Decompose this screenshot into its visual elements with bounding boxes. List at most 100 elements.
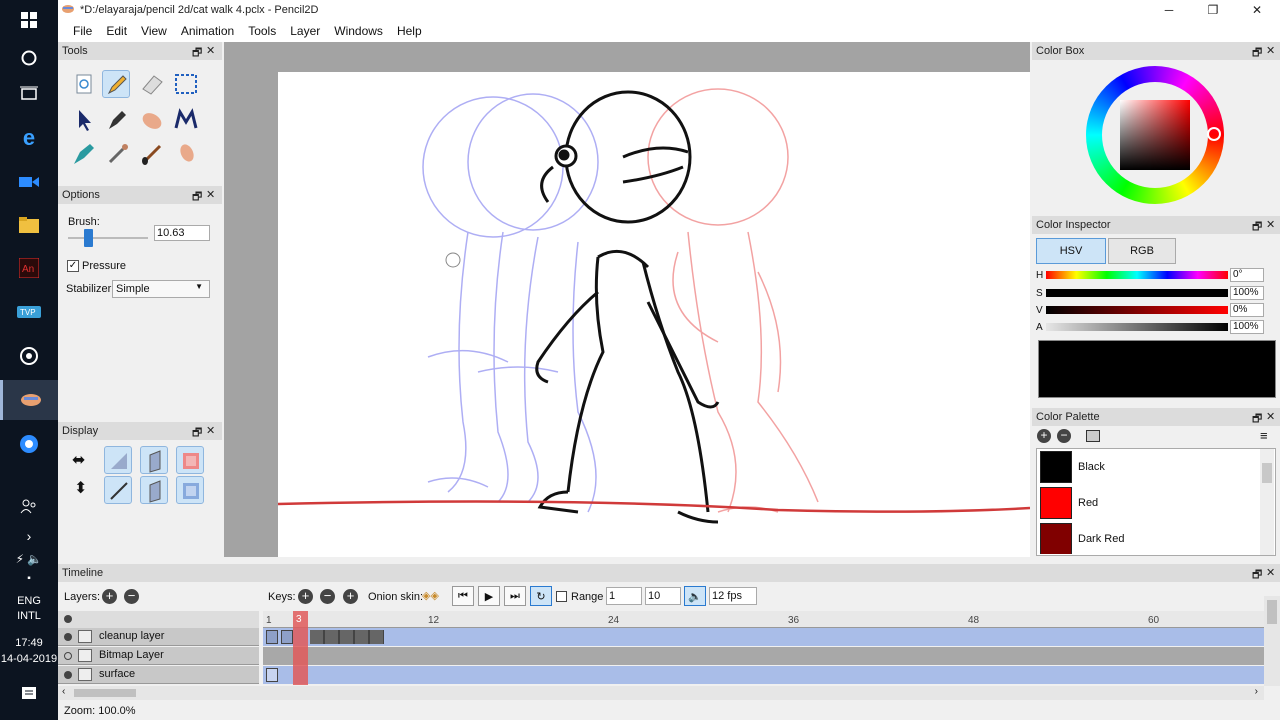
pen-tool-icon[interactable]: [104, 106, 132, 134]
clock-date[interactable]: 14-04-2019: [0, 653, 58, 665]
palette-item-red[interactable]: Red: [1038, 486, 1258, 520]
float-icon[interactable]: 🗗: [1252, 218, 1262, 237]
tvp-app-icon[interactable]: TVP: [0, 292, 58, 332]
menu-tools[interactable]: Tools: [241, 24, 283, 38]
file-explorer-icon[interactable]: [0, 205, 58, 245]
thin-lines-icon[interactable]: [104, 446, 132, 474]
visibility-icon[interactable]: [64, 633, 72, 641]
float-icon[interactable]: 🗗: [1252, 44, 1262, 63]
remove-layer-icon[interactable]: −: [124, 589, 139, 604]
brush-size-input[interactable]: 10.63: [154, 225, 210, 241]
close-icon[interactable]: ✕: [1266, 218, 1275, 231]
alpha-slider[interactable]: [1046, 323, 1228, 331]
menu-help[interactable]: Help: [390, 24, 429, 38]
video-app-icon[interactable]: [0, 162, 58, 202]
keyframe[interactable]: [266, 668, 278, 682]
onion-prev-icon[interactable]: [176, 446, 204, 474]
search-circle-icon[interactable]: [0, 38, 58, 78]
value-slider[interactable]: [1046, 306, 1228, 314]
frame-ruler[interactable]: [263, 611, 1264, 628]
move-tool-icon[interactable]: [70, 106, 98, 134]
palette-scrollbar[interactable]: [1260, 449, 1274, 555]
float-icon[interactable]: 🗗: [192, 424, 202, 443]
rgb-tab[interactable]: RGB: [1108, 238, 1176, 264]
hand-tool-icon[interactable]: [138, 106, 166, 134]
fps-input[interactable]: 12 fps: [709, 587, 757, 605]
flip-vertical-icon[interactable]: ⬍: [74, 478, 87, 498]
menu-animation[interactable]: Animation: [174, 24, 241, 38]
track-surface[interactable]: [263, 666, 1264, 684]
bucket-tool-icon[interactable]: [172, 140, 200, 168]
flip-horizontal-icon[interactable]: ⬌: [72, 450, 85, 470]
hue-slider[interactable]: [1046, 271, 1228, 279]
keyframe-block[interactable]: [310, 630, 384, 644]
clock-time[interactable]: 17:49: [0, 637, 58, 649]
windows-start-icon[interactable]: [0, 0, 58, 40]
keyboard-layout[interactable]: INTL: [0, 610, 58, 622]
remove-color-icon[interactable]: −: [1057, 429, 1071, 443]
saturation-value-square[interactable]: [1120, 100, 1190, 170]
brush-tool-icon[interactable]: [138, 140, 166, 168]
menu-windows[interactable]: Windows: [327, 24, 390, 38]
palette-item-black[interactable]: Black: [1038, 450, 1258, 484]
language-indicator[interactable]: ENG: [0, 595, 58, 607]
brush-slider-track[interactable]: [68, 237, 148, 239]
skip-back-button[interactable]: ⏮: [452, 586, 474, 606]
remove-key-icon[interactable]: −: [320, 589, 335, 604]
timeline-vertical-scrollbar[interactable]: [1264, 596, 1280, 686]
duplicate-key-icon[interactable]: +: [343, 589, 358, 604]
pressure-checkbox[interactable]: ✓: [67, 260, 79, 272]
drawing-canvas[interactable]: [277, 72, 1031, 557]
clear-tool-icon[interactable]: [70, 70, 98, 98]
a-value-input[interactable]: 100%: [1230, 320, 1264, 334]
saturation-slider[interactable]: [1046, 289, 1228, 297]
loop-button[interactable]: ↻: [530, 586, 552, 606]
target-app-icon[interactable]: [0, 336, 58, 376]
layer-row-cleanup[interactable]: cleanup layer: [58, 628, 259, 646]
smudge-tool-icon[interactable]: [172, 106, 200, 134]
animate-app-icon[interactable]: An: [0, 248, 58, 288]
select-tool-icon[interactable]: [172, 70, 200, 98]
h-value-input[interactable]: 0°: [1230, 268, 1264, 282]
layer-row-surface[interactable]: surface: [58, 666, 259, 684]
menu-view[interactable]: View: [134, 24, 174, 38]
float-icon[interactable]: 🗗: [192, 44, 202, 63]
menu-file[interactable]: File: [66, 24, 99, 38]
outlines-icon[interactable]: [140, 446, 168, 474]
float-icon[interactable]: 🗗: [192, 188, 202, 207]
play-button[interactable]: ▶: [478, 586, 500, 606]
sound-toggle-button[interactable]: 🔈: [684, 586, 706, 606]
range-checkbox[interactable]: [556, 591, 567, 602]
v-value-input[interactable]: 0%: [1230, 303, 1264, 317]
eyedropper-tool-icon[interactable]: [104, 140, 132, 168]
timeline-horizontal-scrollbar[interactable]: ‹ ›: [58, 686, 1264, 700]
eraser-tool-icon[interactable]: [138, 70, 166, 98]
close-button[interactable]: ✕: [1234, 0, 1280, 20]
pencil2d-taskbar-icon[interactable]: [0, 380, 58, 420]
track-bitmap[interactable]: [263, 647, 1264, 665]
palette-view-icon[interactable]: [1086, 430, 1100, 442]
float-icon[interactable]: 🗗: [1252, 566, 1262, 585]
menu-layer[interactable]: Layer: [283, 24, 327, 38]
skip-forward-button[interactable]: ⏭: [504, 586, 526, 606]
polyline-tool-icon[interactable]: [70, 140, 98, 168]
keyframe[interactable]: [266, 630, 278, 644]
visibility-icon[interactable]: [64, 671, 72, 679]
hsv-tab[interactable]: HSV: [1036, 238, 1106, 264]
scroll-left-icon[interactable]: ‹: [62, 686, 65, 697]
close-icon[interactable]: ✕: [206, 188, 215, 201]
hue-ring[interactable]: [1086, 66, 1224, 204]
stabilizer-select[interactable]: Simple ▼: [112, 280, 210, 298]
palette-menu-icon[interactable]: ≡: [1260, 428, 1268, 443]
scroll-right-icon[interactable]: ›: [1255, 686, 1258, 697]
palette-item-dark-red[interactable]: Dark Red: [1038, 522, 1258, 554]
add-layer-icon[interactable]: +: [102, 589, 117, 604]
toggle-all-visibility-icon[interactable]: [64, 615, 72, 623]
visibility-icon[interactable]: [64, 652, 72, 660]
add-color-icon[interactable]: +: [1037, 429, 1051, 443]
float-icon[interactable]: 🗗: [1252, 410, 1262, 429]
close-icon[interactable]: ✕: [206, 44, 215, 57]
brush-slider-handle[interactable]: [84, 229, 93, 247]
keyframe[interactable]: [281, 630, 293, 644]
pencil-tool-icon[interactable]: [102, 70, 130, 98]
